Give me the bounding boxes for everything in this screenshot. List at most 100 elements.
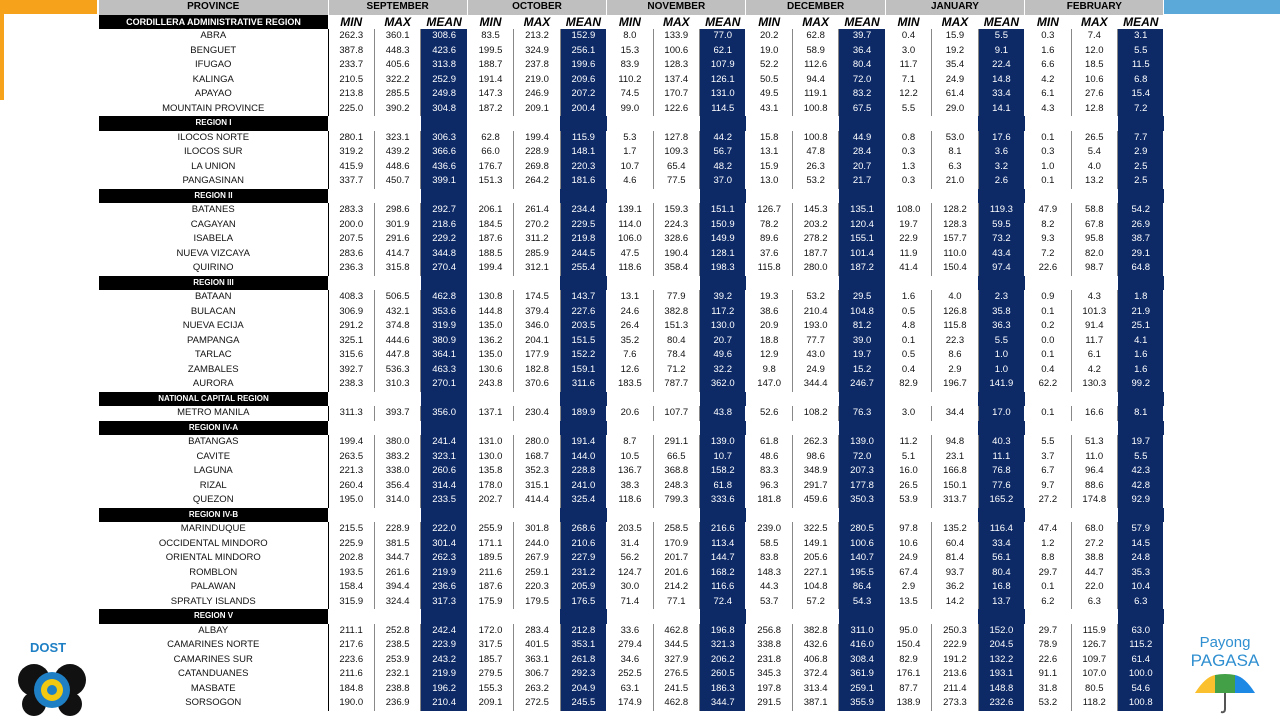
oct-max-cell: 315.1	[513, 478, 561, 493]
feb-mean-cell: 7.2	[1117, 101, 1165, 116]
region-spacer-cell	[653, 116, 700, 131]
nov-min-cell: 114.0	[606, 217, 654, 232]
pagasa-logo-line1: Payong	[1199, 634, 1251, 651]
table-row: NUEVA ECIJA 291.2 374.8 319.9 135.0 346.0 203.…	[99, 319, 1165, 334]
oct-max-cell: 179.5	[513, 594, 561, 609]
nov-min-cell: 35.2	[606, 333, 654, 348]
stat-header-dec-min: MIN	[745, 14, 793, 29]
nov-mean-cell: 168.2	[699, 565, 747, 580]
stat-header-row: CORDILLERA ADMINISTRATIVE REGION MIN MAX M…	[99, 14, 1164, 29]
dec-max-cell: 322.5	[792, 522, 840, 537]
oct-mean-cell: 353.1	[560, 638, 608, 653]
table-row: BENGUET 387.8 448.3 423.6 199.5 324.9 256.1 15.…	[99, 43, 1165, 58]
jan-max-cell: 222.9	[931, 638, 979, 653]
region-spacer-cell	[1117, 420, 1164, 435]
region-spacer-cell	[1117, 391, 1164, 406]
jan-mean-cell: 17.0	[978, 406, 1026, 421]
oct-mean-cell: 152.9	[560, 29, 608, 44]
jan-max-cell: 150.4	[931, 261, 979, 276]
nov-mean-cell: 151.1	[699, 203, 747, 218]
nov-mean-cell: 37.0	[699, 174, 747, 189]
table-row: RIZAL 260.4 356.4 314.4 178.0 315.1 241.0 38.3 2…	[99, 478, 1165, 493]
pagasa-logo-line2: PAGASA	[1190, 651, 1260, 670]
dec-min-cell: 19.3	[745, 290, 793, 305]
feb-max-cell: 109.7	[1071, 652, 1119, 667]
region-spacer-cell	[1117, 275, 1164, 290]
feb-min-cell: 0.1	[1024, 348, 1072, 363]
oct-min-cell: 191.4	[467, 72, 515, 87]
region-spacer-cell	[420, 507, 468, 522]
sep-min-cell: 158.4	[328, 580, 375, 595]
nov-mean-cell: 158.2	[699, 464, 747, 479]
nov-mean-cell: 362.0	[699, 377, 747, 392]
region-spacer-cell	[374, 275, 421, 290]
oct-max-cell: 246.9	[513, 87, 561, 102]
oct-max-cell: 363.1	[513, 652, 561, 667]
region-spacer-cell	[420, 188, 468, 203]
dec-max-cell: 94.4	[792, 72, 840, 87]
oct-min-cell: 178.0	[467, 478, 515, 493]
nov-mean-cell: 10.7	[699, 449, 747, 464]
oct-max-cell: 220.3	[513, 580, 561, 595]
feb-max-cell: 107.0	[1071, 667, 1119, 682]
feb-min-cell: 1.2	[1024, 536, 1072, 551]
region-spacer-cell	[699, 507, 746, 522]
table-row: METRO MANILA 311.3 393.7 356.0 137.1 230.4 189…	[99, 406, 1165, 421]
oct-min-cell: 188.5	[467, 246, 515, 261]
nov-max-cell: 358.4	[653, 261, 701, 276]
sep-min-cell: 202.8	[328, 551, 375, 566]
sep-min-cell: 221.3	[328, 464, 375, 479]
oct-max-cell: 259.1	[513, 565, 561, 580]
dec-min-cell: 38.6	[745, 304, 793, 319]
feb-mean-cell: 5.5	[1117, 449, 1165, 464]
jan-min-cell: 5.5	[885, 101, 933, 116]
stat-header-sep-min: MIN	[328, 14, 375, 29]
dec-min-cell: 61.8	[745, 435, 793, 450]
feb-min-cell: 47.9	[1024, 203, 1072, 218]
jan-min-cell: 82.9	[885, 377, 933, 392]
region-spacer-cell	[838, 275, 886, 290]
province-name: LAGUNA	[99, 464, 329, 479]
region-spacer-cell	[792, 116, 839, 131]
feb-min-cell: 4.2	[1024, 72, 1072, 87]
jan-mean-cell: 77.6	[978, 478, 1026, 493]
region-spacer-cell	[885, 275, 932, 290]
jan-max-cell: 61.4	[931, 87, 979, 102]
dec-min-cell: 115.8	[745, 261, 793, 276]
province-name: PALAWAN	[99, 580, 329, 595]
table-row: LA UNION 415.9 448.6 436.6 176.7 269.8 220.3 10…	[99, 159, 1165, 174]
jan-max-cell: 126.8	[931, 304, 979, 319]
sep-max-cell: 285.5	[374, 87, 422, 102]
jan-min-cell: 0.1	[885, 333, 933, 348]
sep-min-cell: 283.6	[328, 246, 375, 261]
nov-max-cell: 214.2	[653, 580, 701, 595]
feb-max-cell: 58.8	[1071, 203, 1119, 218]
jan-min-cell: 7.1	[885, 72, 933, 87]
dec-mean-cell: 29.5	[838, 290, 886, 305]
region-spacer-cell	[838, 188, 886, 203]
oct-min-cell: 130.0	[467, 449, 515, 464]
nov-max-cell: 258.5	[653, 522, 701, 537]
dec-min-cell: 12.9	[745, 348, 793, 363]
dec-mean-cell: 104.8	[838, 304, 886, 319]
province-name: AURORA	[99, 377, 329, 392]
region-spacer-cell	[931, 188, 979, 203]
jan-min-cell: 82.9	[885, 652, 933, 667]
oct-max-cell: 264.2	[513, 174, 561, 189]
oct-min-cell: 175.9	[467, 594, 515, 609]
table-row: ABRA 262.3 360.1 308.6 83.5 213.2 152.9 8.0 133.…	[99, 29, 1165, 44]
sep-min-cell: 193.5	[328, 565, 375, 580]
jan-min-cell: 10.6	[885, 536, 933, 551]
feb-mean-cell: 26.9	[1117, 217, 1165, 232]
table-row: PALAWAN 158.4 394.4 236.6 187.6 220.3 205.9 30.…	[99, 580, 1165, 595]
feb-max-cell: 26.5	[1071, 130, 1119, 145]
region-spacer-cell	[420, 116, 468, 131]
nov-max-cell: 462.8	[653, 696, 701, 711]
jan-min-cell: 0.5	[885, 304, 933, 319]
jan-max-cell: 196.7	[931, 377, 979, 392]
oct-mean-cell: 210.6	[560, 536, 608, 551]
region-spacer-cell	[1024, 420, 1072, 435]
nov-mean-cell: 150.9	[699, 217, 747, 232]
feb-min-cell: 78.9	[1024, 638, 1072, 653]
sep-mean-cell: 317.3	[420, 594, 468, 609]
